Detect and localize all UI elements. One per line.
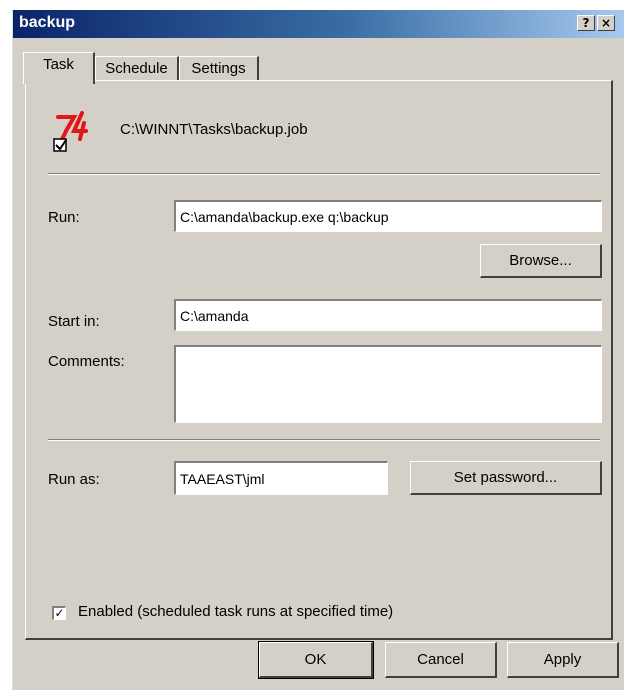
run-as-input[interactable] [174, 461, 388, 495]
set-password-button[interactable]: Set password... [410, 461, 602, 495]
start-in-input[interactable] [174, 299, 602, 331]
comments-textarea[interactable] [174, 345, 602, 423]
task-scheduler-icon [53, 111, 88, 152]
enabled-label[interactable]: Enabled (scheduled task runs at specifie… [78, 603, 393, 620]
separator-top [48, 173, 600, 175]
task-file-path: C:\WINNT\Tasks\backup.job [120, 121, 308, 138]
tab-schedule[interactable]: Schedule [95, 56, 179, 82]
close-icon[interactable]: × [597, 15, 615, 31]
run-label: Run: [48, 209, 80, 226]
ok-button[interactable]: OK [258, 641, 374, 679]
apply-button[interactable]: Apply [507, 642, 619, 678]
enabled-checkbox[interactable]: ✓ [52, 606, 66, 620]
task-tab-panel: C:\WINNT\Tasks\backup.job Run: Browse...… [25, 80, 613, 640]
task-properties-dialog: backup ? × Task Schedule Settings C:\WIN… [12, 10, 624, 690]
start-in-label: Start in: [48, 313, 100, 330]
tab-task[interactable]: Task [23, 52, 95, 84]
browse-button[interactable]: Browse... [480, 244, 602, 278]
title-bar[interactable]: backup ? × [13, 10, 624, 38]
window-title: backup [19, 14, 76, 31]
separator-middle [48, 439, 600, 441]
run-command-input[interactable] [174, 200, 602, 232]
cancel-button[interactable]: Cancel [385, 642, 497, 678]
run-as-label: Run as: [48, 471, 100, 488]
help-icon[interactable]: ? [577, 15, 595, 31]
comments-label: Comments: [48, 353, 125, 370]
tab-settings[interactable]: Settings [179, 56, 259, 82]
